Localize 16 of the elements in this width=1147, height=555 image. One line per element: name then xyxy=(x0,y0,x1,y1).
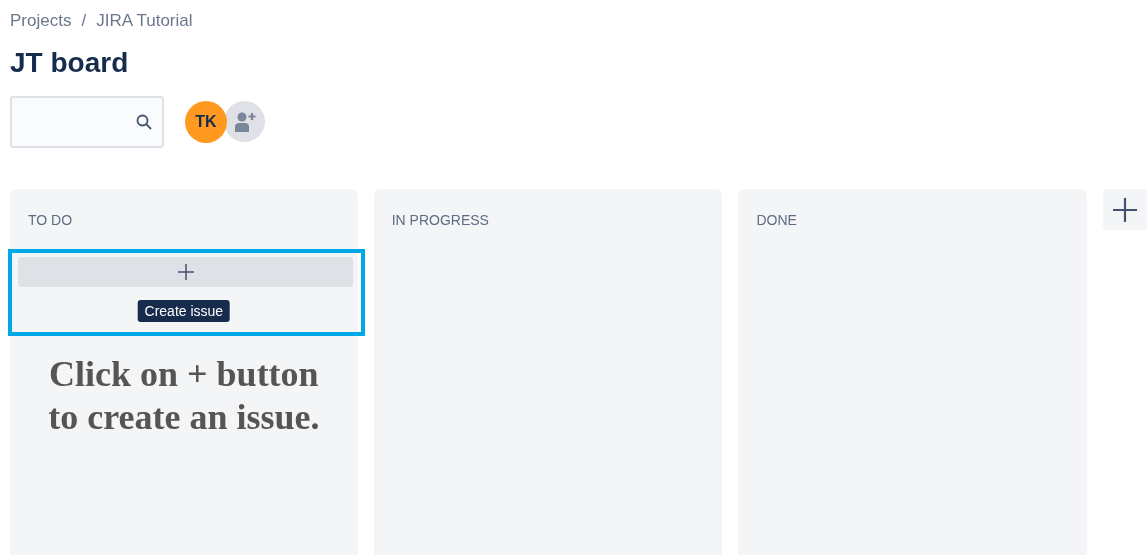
board-title: JT board xyxy=(10,46,130,80)
annotation-text: Click on + button to create an issue. xyxy=(47,353,321,439)
user-avatar[interactable]: TK xyxy=(185,101,227,143)
breadcrumb-separator: / xyxy=(81,11,87,31)
search-icon xyxy=(136,114,152,130)
column-title: TO DO xyxy=(28,211,73,229)
breadcrumb-link[interactable]: Projects xyxy=(10,11,72,31)
plus-icon xyxy=(177,264,194,280)
column-title: DONE xyxy=(756,211,797,229)
plus-icon xyxy=(1113,197,1138,222)
breadcrumb-link[interactable]: JIRA Tutorial xyxy=(96,11,193,31)
add-column-button[interactable] xyxy=(1103,189,1147,230)
add-person-button[interactable] xyxy=(224,101,265,142)
column-title: IN PROGRESS xyxy=(391,211,489,229)
search-field[interactable] xyxy=(10,96,164,148)
tooltip: Create issue xyxy=(137,300,231,322)
